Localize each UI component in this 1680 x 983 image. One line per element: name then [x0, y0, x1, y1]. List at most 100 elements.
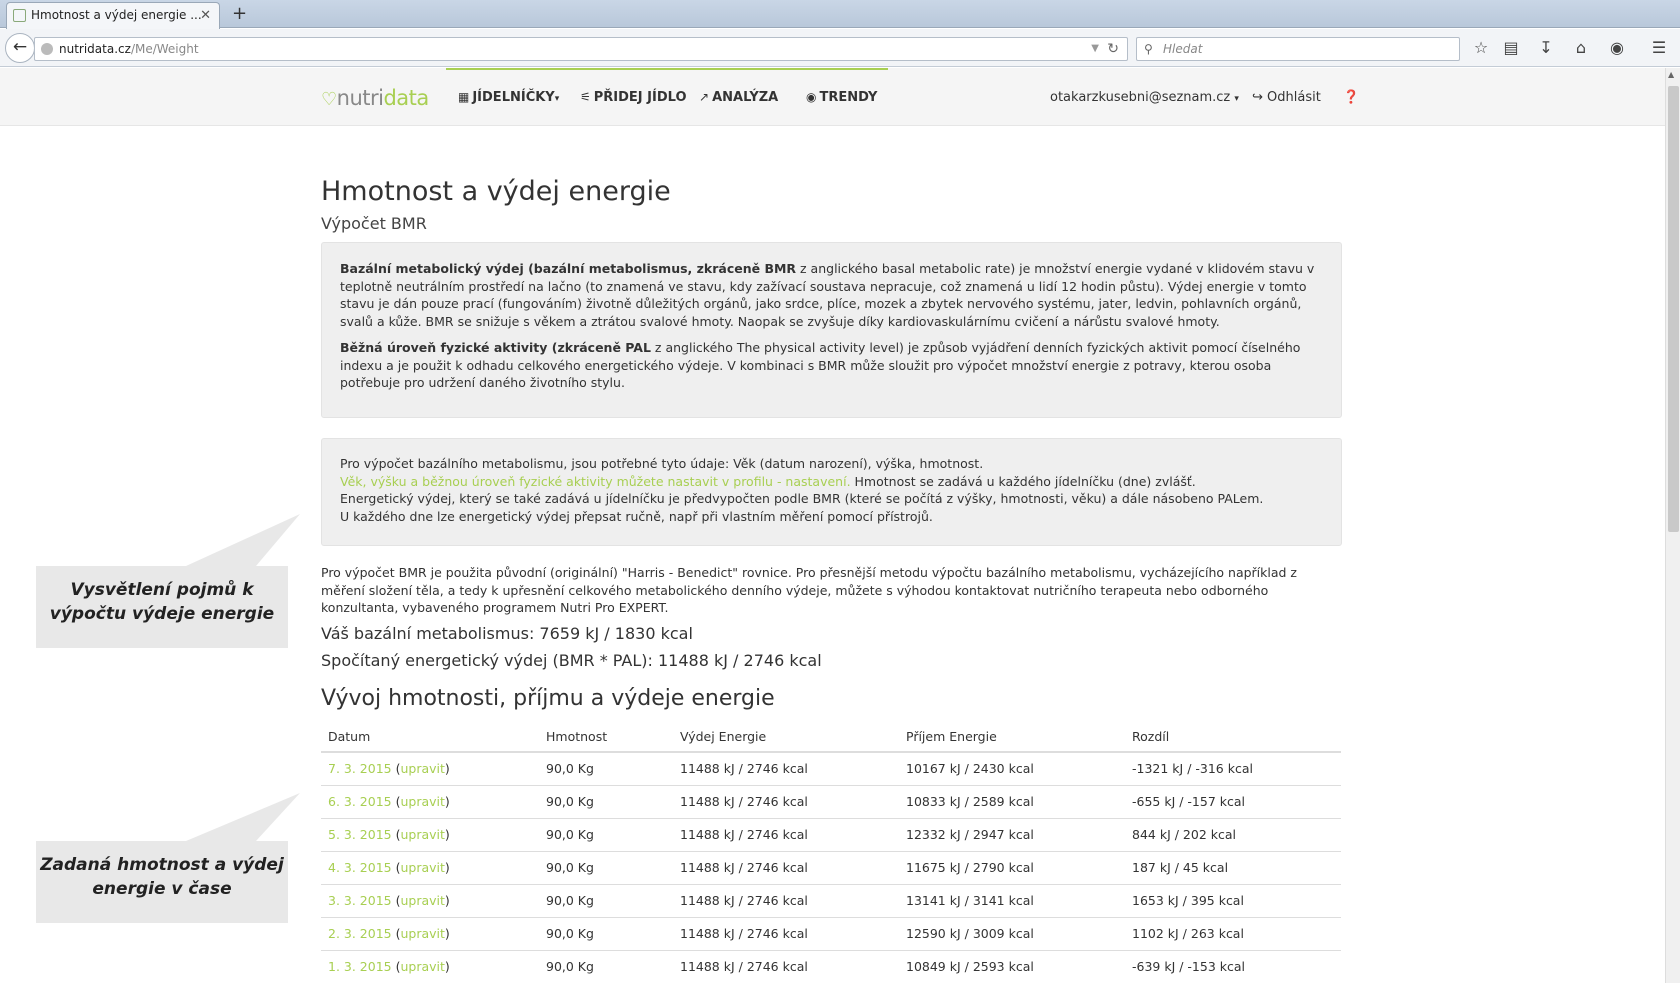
user-menu[interactable]: otakarzkusebni@seznam.cz ▾: [1050, 90, 1239, 105]
cell-expenditure: 11488 kJ / 2746 kcal: [673, 883, 899, 917]
cell-weight: 90,0 Kg: [539, 817, 673, 851]
table-row: 6. 3. 2015 (upravit) 90,0 Kg 11488 kJ / 27…: [321, 784, 1341, 818]
table-row: 5. 3. 2015 (upravit) 90,0 Kg 11488 kJ / 27…: [321, 817, 1341, 851]
help-icon[interactable]: ❓: [1343, 90, 1359, 105]
cell-intake: 11675 kJ / 2790 kcal: [899, 850, 1125, 884]
cell-difference: -655 kJ / -157 kcal: [1125, 784, 1341, 818]
calendar-icon: ▦: [458, 90, 470, 104]
col-datum: Datum: [321, 722, 539, 753]
cell-expenditure: 11488 kJ / 2746 kcal: [673, 784, 899, 818]
date-link[interactable]: 6. 3. 2015: [328, 794, 392, 809]
callout-weight: Zadaná hmotnost a výdej energie v čase: [36, 793, 300, 923]
cell-intake: 10833 kJ / 2589 kcal: [899, 784, 1125, 818]
search-input[interactable]: ⚲ Hledat: [1136, 37, 1460, 61]
site-favicon-icon: [13, 9, 26, 22]
site-header: ♡nutridata ▦ JÍDELNÍČKY▾ ⚟ PŘIDEJ JÍDLO ↗ A…: [0, 68, 1665, 126]
logout-link[interactable]: ↪ Odhlásit: [1252, 90, 1321, 105]
edit-link[interactable]: upravit: [400, 926, 444, 941]
cell-difference: -1321 kJ / -316 kcal: [1125, 751, 1341, 785]
table-header-row: Datum Hmotnost Výdej Energie Příjem Ener…: [321, 722, 1341, 753]
energy-expenditure-value: Spočítaný energetický výdej (BMR * PAL):…: [321, 651, 822, 670]
browser-toolbar: ← nutridata.cz/Me/Weight ▼ ↻ ⚲ Hledat ☆ …: [0, 29, 1680, 67]
logout-icon: ↪: [1252, 90, 1263, 105]
edit-link[interactable]: upravit: [400, 959, 444, 974]
edit-link[interactable]: upravit: [400, 893, 444, 908]
edit-link[interactable]: upravit: [400, 761, 444, 776]
edit-link[interactable]: upravit: [400, 794, 444, 809]
home-icon[interactable]: ⌂: [1570, 37, 1592, 59]
nav-analyza[interactable]: ↗ ANALÝZA: [699, 90, 778, 105]
dashboard-icon: ◉: [806, 90, 817, 104]
bookmark-star-icon[interactable]: ☆: [1470, 37, 1492, 59]
requirements-line: Pro výpočet bazálního metabolismu, jsou …: [340, 456, 984, 471]
edit-link[interactable]: upravit: [400, 827, 444, 842]
chat-icon[interactable]: ◉: [1606, 37, 1628, 59]
date-link[interactable]: 4. 3. 2015: [328, 860, 392, 875]
back-button[interactable]: ←: [5, 33, 35, 63]
requirements-box: Pro výpočet bazálního metabolismu, jsou …: [321, 438, 1342, 546]
site-info-icon[interactable]: [41, 43, 53, 55]
cell-intake: 10849 kJ / 2593 kcal: [899, 949, 1125, 983]
reload-icon[interactable]: ↻: [1107, 38, 1119, 60]
nav-pridej-jidlo[interactable]: ⚟ PŘIDEJ JÍDLO: [580, 90, 687, 105]
page-scrollbar[interactable]: ▲: [1665, 68, 1680, 983]
pal-definition: Běžná úroveň fyzické aktivity (zkráceně …: [340, 340, 1301, 390]
cell-expenditure: 11488 kJ / 2746 kcal: [673, 751, 899, 785]
logo-heart-icon: ♡: [321, 89, 337, 110]
section-title: Vývoj hmotnosti, příjmu a výdeje energie: [321, 686, 775, 711]
cell-intake: 10167 kJ / 2430 kcal: [899, 751, 1125, 785]
scroll-thumb[interactable]: [1668, 86, 1679, 532]
cell-weight: 90,0 Kg: [539, 751, 673, 785]
table-row: 7. 3. 2015 (upravit) 90,0 Kg 11488 kJ / 27…: [321, 751, 1341, 785]
expenditure-explanation: Energetický výdej, který se také zadává …: [340, 491, 1264, 506]
table-body: 7. 3. 2015 (upravit) 90,0 Kg 11488 kJ / 27…: [321, 751, 1341, 983]
cell-weight: 90,0 Kg: [539, 883, 673, 917]
date-link[interactable]: 3. 3. 2015: [328, 893, 392, 908]
manual-override-note: U každého dne lze energetický výdej přep…: [340, 508, 933, 524]
search-placeholder: Hledat: [1163, 42, 1203, 56]
definitions-box: Bazální metabolický výdej (bazální metab…: [321, 242, 1342, 418]
menu-icon[interactable]: ☰: [1648, 37, 1670, 59]
edit-link[interactable]: upravit: [400, 860, 444, 875]
bookmarks-list-icon[interactable]: ▤: [1500, 37, 1522, 59]
callout-pointer: [186, 793, 300, 841]
date-link[interactable]: 5. 3. 2015: [328, 827, 392, 842]
url-domain: nutridata.cz: [59, 42, 131, 56]
nav-jidelnicky[interactable]: ▦ JÍDELNÍČKY▾: [458, 90, 559, 105]
cell-difference: 1653 kJ / 395 kcal: [1125, 883, 1341, 917]
new-tab-button[interactable]: +: [232, 2, 247, 26]
cell-intake: 12590 kJ / 3009 kcal: [899, 916, 1125, 950]
cell-weight: 90,0 Kg: [539, 784, 673, 818]
profile-settings-link[interactable]: Věk, výšku a běžnou úroveň fyzické aktiv…: [340, 474, 851, 489]
tab-close-icon[interactable]: ✕: [200, 3, 211, 28]
table-row: 4. 3. 2015 (upravit) 90,0 Kg 11488 kJ / 27…: [321, 850, 1341, 884]
cell-weight: 90,0 Kg: [539, 916, 673, 950]
scroll-up-icon[interactable]: ▲: [1668, 70, 1674, 79]
cell-date: 4. 3. 2015 (upravit): [321, 850, 539, 884]
cell-difference: 844 kJ / 202 kcal: [1125, 817, 1341, 851]
nutridata-logo[interactable]: ♡nutridata: [321, 86, 429, 110]
search-icon: ⚲: [1144, 42, 1153, 56]
cell-date: 6. 3. 2015 (upravit): [321, 784, 539, 818]
address-bar[interactable]: nutridata.cz/Me/Weight ▼ ↻: [34, 37, 1128, 61]
cell-expenditure: 11488 kJ / 2746 kcal: [673, 949, 899, 983]
cell-date: 1. 3. 2015 (upravit): [321, 949, 539, 983]
nav-trendy[interactable]: ◉ TRENDY: [806, 90, 877, 105]
date-link[interactable]: 7. 3. 2015: [328, 761, 392, 776]
weight-energy-table: Datum Hmotnost Výdej Energie Příjem Ener…: [321, 722, 1341, 983]
download-icon[interactable]: ↧: [1535, 37, 1557, 59]
bmr-definition: Bazální metabolický výdej (bazální metab…: [340, 261, 1315, 329]
date-link[interactable]: 1. 3. 2015: [328, 959, 392, 974]
col-rozdil: Rozdíl: [1125, 722, 1341, 753]
browser-tab[interactable]: Hmotnost a výdej energie ... ✕: [6, 2, 220, 29]
cell-intake: 12332 kJ / 2947 kcal: [899, 817, 1125, 851]
cell-date: 7. 3. 2015 (upravit): [321, 751, 539, 785]
cell-date: 3. 3. 2015 (upravit): [321, 883, 539, 917]
cell-difference: 187 kJ / 45 kcal: [1125, 850, 1341, 884]
callout-pointer: [186, 514, 300, 566]
date-link[interactable]: 2. 3. 2015: [328, 926, 392, 941]
page-title: Hmotnost a výdej energie: [321, 176, 671, 207]
cell-date: 2. 3. 2015 (upravit): [321, 916, 539, 950]
url-history-dropdown-icon[interactable]: ▼: [1091, 38, 1099, 60]
cutlery-icon: ⚟: [580, 90, 591, 104]
